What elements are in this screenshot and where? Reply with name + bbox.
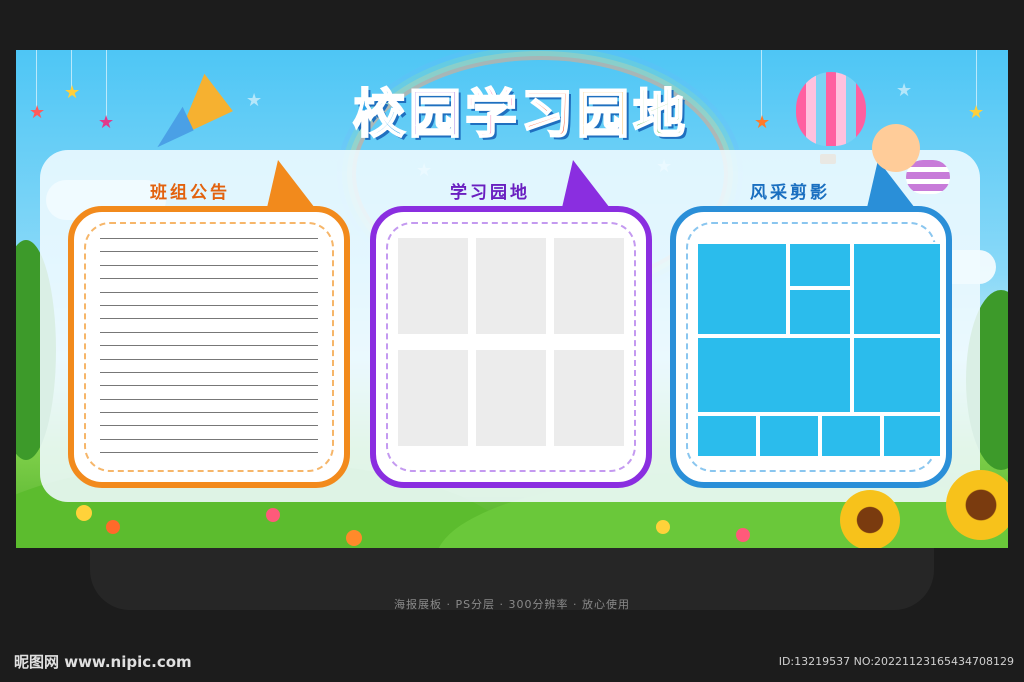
star-icon: ★ [64, 82, 81, 103]
hot-air-balloon-icon [796, 72, 866, 146]
gallery-label: 风采剪影 [750, 183, 830, 203]
writing-line [100, 238, 318, 239]
photo-slot [882, 414, 942, 458]
star-icon: ★ [896, 80, 913, 101]
photo-slot [476, 350, 546, 446]
flower-icon [266, 508, 280, 522]
photo-slot [852, 336, 942, 414]
announcement-frame [68, 206, 350, 488]
hanging-string [976, 50, 977, 110]
star-icon: ★ [246, 90, 263, 111]
star-icon: ★ [98, 112, 115, 133]
flower-icon [656, 520, 670, 534]
writing-line [100, 425, 318, 427]
hanging-string [36, 50, 37, 110]
writing-line [100, 345, 318, 347]
image-id-text: ID:13219537 NO:20221123165434708129 [778, 655, 1014, 668]
photo-slot [696, 242, 788, 336]
photo-slot [696, 414, 758, 458]
title-char: 校 [352, 84, 409, 146]
writing-line [100, 452, 318, 454]
site-logo: 昵图网 www.nipic.com [14, 653, 192, 671]
speech-tail [561, 160, 613, 212]
photo-slot [696, 336, 852, 414]
photo-slot [788, 242, 852, 288]
writing-line [100, 385, 318, 387]
poster-board: ★ ★ ★ ★ ★ ★ ★ ★ ★ 校园学习园地 班组公告 学习园地 [16, 50, 1008, 548]
speech-tail [266, 160, 318, 212]
flower-icon [736, 528, 750, 542]
photo-slot [788, 288, 852, 336]
title-char: 学 [464, 84, 521, 146]
writing-line [100, 398, 318, 400]
announcement-label: 班组公告 [150, 183, 230, 203]
photo-slot [758, 414, 820, 458]
writing-line [100, 438, 318, 440]
writing-lines [100, 238, 318, 466]
hanging-string [106, 50, 107, 120]
title-char: 地 [632, 84, 690, 146]
flower-icon [76, 505, 92, 521]
writing-line [100, 412, 318, 414]
writing-line [100, 278, 318, 280]
writing-line [100, 318, 318, 320]
writing-line [100, 251, 318, 253]
study-label: 学习园地 [450, 183, 530, 203]
flower-icon [106, 520, 120, 534]
writing-line [100, 358, 318, 360]
star-icon: ★ [29, 102, 46, 123]
photo-slot [476, 238, 546, 334]
sunflower-icon [946, 470, 1008, 540]
writing-line [100, 304, 318, 306]
title-char: 园 [408, 84, 465, 146]
bee-character-icon [872, 124, 920, 172]
writing-line [100, 291, 318, 293]
study-frame [370, 206, 652, 488]
poster-caption: 海报展板 · PS分层 · 300分辨率 · 放心使用 [393, 598, 631, 611]
photo-slot [852, 242, 942, 336]
sunflower-icon [840, 490, 900, 548]
title-char: 习 [520, 84, 578, 146]
photo-slot [820, 414, 882, 458]
writing-line [100, 371, 318, 373]
flower-icon [346, 530, 362, 546]
photo-slot [554, 238, 624, 334]
writing-line [100, 264, 318, 266]
photo-slot [398, 350, 468, 446]
gallery-frame [670, 206, 952, 488]
poster-title: 校园学习园地 [281, 72, 761, 147]
title-char: 园 [576, 84, 634, 146]
star-icon: ★ [968, 102, 985, 123]
writing-line [100, 331, 318, 333]
hanging-string [761, 50, 762, 120]
photo-slot [554, 350, 624, 446]
photo-slot [398, 238, 468, 334]
